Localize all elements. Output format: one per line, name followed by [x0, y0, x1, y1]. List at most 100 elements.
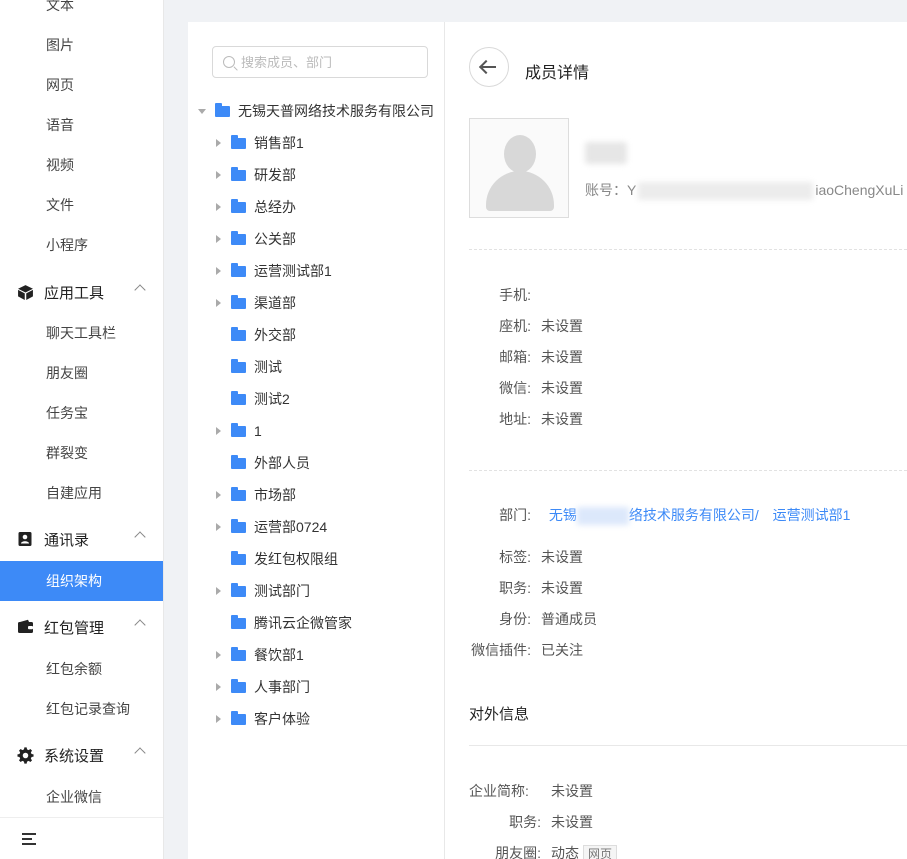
- caret-right-icon[interactable]: [216, 299, 221, 307]
- sidebar-item-webpage[interactable]: 网页: [46, 75, 74, 95]
- sidebar-group-label: 应用工具: [44, 284, 105, 302]
- sidebar-item-org-structure[interactable]: 组织架构: [0, 561, 163, 601]
- sidebar-group-redpacket[interactable]: 红包管理: [0, 607, 163, 647]
- divider: [469, 249, 907, 250]
- tree-node[interactable]: 研发部: [216, 163, 296, 187]
- tree-node-label: 外交部: [254, 327, 296, 343]
- tree-node-label: 人事部门: [254, 679, 310, 695]
- folder-icon: [231, 166, 246, 181]
- sidebar-item-chat-toolbar[interactable]: 聊天工具栏: [46, 323, 116, 343]
- sidebar-item-image[interactable]: 图片: [46, 35, 74, 55]
- folder-icon: [231, 326, 246, 341]
- dept-sub-link[interactable]: 运营测试部1: [773, 507, 851, 523]
- tree-node[interactable]: 渠道部: [216, 291, 296, 315]
- field-address: 地址: 未设置: [499, 411, 583, 427]
- sidebar-group-settings[interactable]: 系统设置: [0, 735, 163, 775]
- sidebar-item-group-fission[interactable]: 群裂变: [46, 443, 88, 463]
- tree-node[interactable]: 公关部: [216, 227, 296, 251]
- caret-right-icon[interactable]: [216, 267, 221, 275]
- caret-right-icon[interactable]: [216, 587, 221, 595]
- folder-icon: [231, 486, 246, 501]
- sidebar-item-custom-app[interactable]: 自建应用: [46, 483, 102, 503]
- chevron-up-icon: [134, 531, 146, 543]
- caret-right-icon[interactable]: [216, 139, 221, 147]
- tree-node-label: 市场部: [254, 487, 296, 503]
- folder-icon: [231, 262, 246, 277]
- sidebar-item-redpacket-balance[interactable]: 红包余额: [46, 659, 102, 679]
- tree-node[interactable]: 发红包权限组: [216, 547, 338, 571]
- tree-node[interactable]: 腾讯云企微管家: [216, 611, 352, 635]
- sidebar-group-apps[interactable]: 应用工具: [0, 272, 163, 312]
- section-title-external: 对外信息: [469, 706, 530, 723]
- dept-link[interactable]: 无锡 络技术服务有限公司/: [549, 507, 759, 526]
- back-button[interactable]: [469, 47, 509, 87]
- sidebar-item-redpacket-records[interactable]: 红包记录查询: [46, 699, 130, 719]
- sidebar-item-task[interactable]: 任务宝: [46, 403, 88, 423]
- sidebar-item-voice[interactable]: 语音: [46, 115, 74, 135]
- caret-right-icon[interactable]: [216, 683, 221, 691]
- search-box[interactable]: [212, 46, 428, 78]
- account-redacted: [638, 182, 814, 201]
- field-email: 邮箱: 未设置: [499, 349, 583, 365]
- caret-right-icon[interactable]: [216, 491, 221, 499]
- chevron-up-icon: [134, 619, 146, 631]
- sidebar-item-file[interactable]: 文件: [46, 195, 74, 215]
- top-strip: [164, 0, 907, 22]
- tree-node[interactable]: 销售部1: [216, 131, 304, 155]
- field-external-position: 职务: 未设置: [509, 814, 593, 830]
- account-suffix: iaoChengXuLi: [815, 182, 904, 198]
- tree-node[interactable]: 市场部: [216, 483, 296, 507]
- caret-right-icon[interactable]: [216, 171, 221, 179]
- menu-collapse-icon[interactable]: [22, 833, 36, 845]
- account-label: 账号：: [585, 182, 627, 198]
- caret-right-icon[interactable]: [216, 651, 221, 659]
- caret-down-icon[interactable]: [198, 108, 206, 114]
- tree-node[interactable]: 客户体验: [216, 707, 310, 731]
- field-moments: 朋友圈: 动态 网页: [469, 843, 618, 859]
- avatar: [469, 118, 569, 218]
- caret-right-icon[interactable]: [216, 523, 221, 531]
- tree-root-label: 无锡天普网络技术服务有限公司: [238, 103, 434, 119]
- sidebar-item-video[interactable]: 视频: [46, 155, 74, 175]
- tree-node[interactable]: 1: [216, 419, 262, 443]
- tree-node[interactable]: 餐饮部1: [216, 643, 304, 667]
- tree-node[interactable]: 外部人员: [216, 451, 310, 475]
- tree-node[interactable]: 人事部门: [216, 675, 310, 699]
- tree-node-label: 研发部: [254, 167, 296, 183]
- tree-node-label: 1: [254, 423, 262, 439]
- field-phone: 手机:: [499, 287, 531, 303]
- tree-node-label: 客户体验: [254, 711, 310, 727]
- tree-node[interactable]: 测试2: [216, 387, 290, 411]
- folder-icon: [231, 230, 246, 245]
- tree-node[interactable]: 外交部: [216, 323, 296, 347]
- sidebar-group-contacts[interactable]: 通讯录: [0, 519, 163, 559]
- tree-root[interactable]: 无锡天普网络技术服务有限公司: [198, 99, 434, 123]
- chevron-up-icon: [134, 747, 146, 759]
- page-title: 成员详情: [525, 65, 590, 82]
- caret-right-icon[interactable]: [216, 235, 221, 243]
- caret-right-icon[interactable]: [216, 203, 221, 211]
- tree-node-label: 测试: [254, 359, 282, 375]
- field-wechat: 微信: 未设置: [499, 380, 583, 396]
- folder-icon: [231, 198, 246, 213]
- search-input[interactable]: [241, 54, 421, 70]
- sidebar-item-moments[interactable]: 朋友圈: [46, 363, 88, 383]
- tree-node[interactable]: 运营测试部1: [216, 259, 332, 283]
- folder-icon: [231, 422, 246, 437]
- tree-node[interactable]: 运营部0724: [216, 515, 327, 539]
- tree-node[interactable]: 测试: [216, 355, 282, 379]
- wallet-icon: [16, 618, 34, 636]
- folder-icon: [231, 518, 246, 533]
- caret-right-icon[interactable]: [216, 427, 221, 435]
- folder-icon: [231, 710, 246, 725]
- field-tags: 标签: 未设置: [499, 549, 583, 565]
- field-department: 部门: 无锡 络技术服务有限公司/ 运营测试部1: [469, 505, 851, 526]
- sidebar-item-text[interactable]: 文本: [46, 0, 74, 15]
- sidebar-group-label: 红包管理: [44, 619, 105, 637]
- caret-right-icon[interactable]: [216, 715, 221, 723]
- folder-icon: [231, 646, 246, 661]
- tree-node[interactable]: 总经办: [216, 195, 296, 219]
- sidebar-item-miniprogram[interactable]: 小程序: [46, 235, 88, 255]
- tree-node[interactable]: 测试部门: [216, 579, 310, 603]
- sidebar-item-wecom[interactable]: 企业微信: [46, 787, 102, 807]
